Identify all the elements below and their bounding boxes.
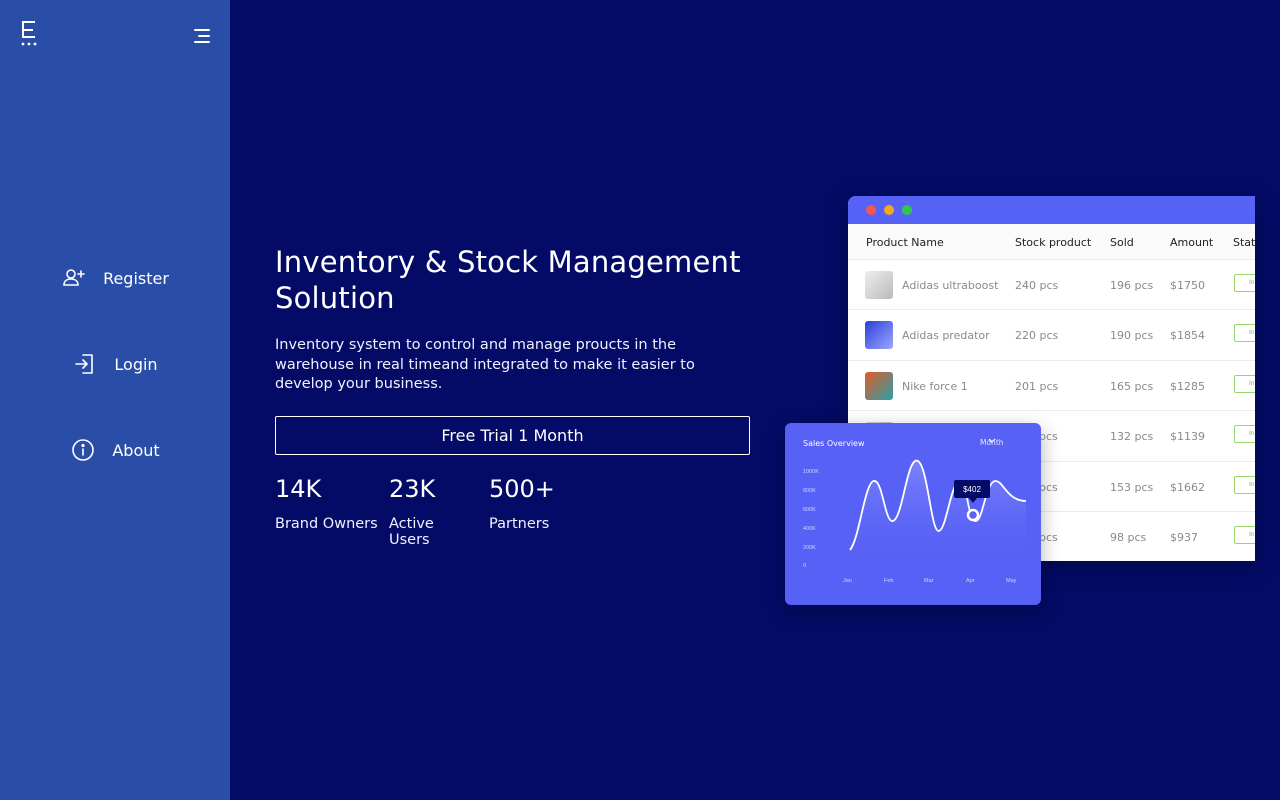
tooltip-value: $402 [963,485,981,494]
product-thumbnail [865,271,893,299]
sold-cell: 196 pcs [1110,279,1154,292]
stat-brand-owners: 14K Brand Owners [275,474,379,548]
stock-cell: 240 pcs [1015,279,1059,292]
stock-cell: pcs [1039,480,1058,494]
column-header: Product Name [866,236,944,249]
sidebar-item-about[interactable]: About [0,430,230,470]
window-titlebar [848,196,1255,224]
y-tick: 1000K [803,469,819,475]
sidebar: Register Login About [0,0,230,800]
sidebar-item-login[interactable]: Login [0,344,230,384]
tooltip-pointer [969,498,977,503]
login-icon [72,351,98,377]
sold-cell: 165 pcs [1110,379,1154,393]
stock-cell: 220 pcs [1015,329,1059,343]
sales-overview-card: $402 1000K 800K 600K 400K 200K 0 Jan Feb… [785,423,1041,605]
amount-cell: $937 [1170,530,1198,544]
x-tick: Feb [884,578,893,584]
x-tick: May [1006,578,1017,584]
y-tick: 800K [803,488,816,494]
amount-cell: $1139 [1170,430,1205,444]
sidebar-item-label: About [112,440,160,460]
table-row: Adidas ultraboost 240 pcs 196 pcs $1750 … [848,260,1255,311]
x-axis-ticks: Jan Feb Mar Apr May [843,578,1017,584]
y-tick: 400K [803,526,816,532]
status-badge: In [1234,475,1255,494]
sold-cell: 153 pcs [1110,480,1154,494]
minimize-dot [884,205,894,215]
stock-cell: pcs [1039,530,1058,544]
product-thumbnail [865,371,893,400]
sold-cell: 98 pcs [1110,530,1147,544]
product-name: Adidas ultraboost [902,279,999,292]
sidebar-item-label: Login [114,354,158,374]
column-header: Status [1233,236,1255,249]
stat-active-users: 23K Active Users [389,474,479,548]
stat-partners: 500+ Partners [489,474,579,548]
menu-icon[interactable] [192,26,212,46]
sold-cell: 190 pcs [1110,329,1154,343]
status-badge: In [1234,425,1255,444]
status-badge: In [1234,324,1255,343]
sold-cell: 132 pcs [1110,430,1154,444]
stats: 14K Brand Owners 23K Active Users 500+ P… [275,474,589,548]
stat-label: Active Users [389,516,434,548]
stock-cell: pcs [1039,430,1058,444]
amount-cell: $1285 [1170,379,1205,393]
hero-title: Inventory & Stock Management Solution [275,245,741,315]
status-badge: In [1234,274,1255,292]
stat-label: Partners [489,516,550,532]
stat-value: 500+ [489,475,555,503]
y-tick: 0 [803,563,806,569]
table-row: Adidas predator 220 pcs 190 pcs $1854 In [848,310,1255,361]
maximize-dot [902,205,912,215]
y-axis-ticks: 1000K 800K 600K 400K 200K 0 [803,469,819,569]
info-icon [70,437,96,463]
x-tick: Jan [843,578,852,584]
free-trial-button[interactable]: Free Trial 1 Month [275,416,750,455]
stock-cell: 201 pcs [1015,379,1059,393]
sales-title: Sales Overview [803,439,865,448]
sidebar-item-label: Register [103,268,169,288]
hero-section: Inventory & Stock Management Solution In… [275,244,765,395]
chevron-down-icon [988,438,996,443]
table-row: Nike force 1 201 pcs 165 pcs $1285 In [848,361,1255,412]
column-header: Amount [1170,236,1214,249]
period-select[interactable]: Month [980,438,1004,447]
logo-icon [21,21,37,46]
stat-value: 23K [389,475,436,503]
y-tick: 600K [803,507,816,513]
x-tick: Mar [924,578,934,584]
chart-marker [966,508,980,522]
sales-area [850,460,1026,563]
amount-cell: $1750 [1170,279,1205,292]
product-name: Adidas predator [902,329,990,343]
close-dot [866,205,876,215]
amount-cell: $1854 [1170,329,1205,343]
status-badge: In [1234,374,1255,393]
amount-cell: $1662 [1170,480,1205,494]
product-thumbnail [865,321,893,350]
table-header: Product Name Stock product Sold Amount S… [848,224,1255,260]
column-header: Stock product [1015,236,1092,249]
user-plus-icon [61,265,87,291]
product-name: Nike force 1 [902,379,968,393]
hero-description: Inventory system to control and manage p… [275,337,695,392]
status-badge: In [1234,525,1255,544]
y-tick: 200K [803,545,816,551]
stat-label: Brand Owners [275,516,378,532]
x-tick: Apr [966,578,975,584]
stat-value: 14K [275,475,322,503]
column-header: Sold [1110,236,1134,249]
sales-chart: $402 1000K 800K 600K 400K 200K 0 Jan Feb… [803,460,1027,584]
sidebar-item-register[interactable]: Register [0,258,230,298]
